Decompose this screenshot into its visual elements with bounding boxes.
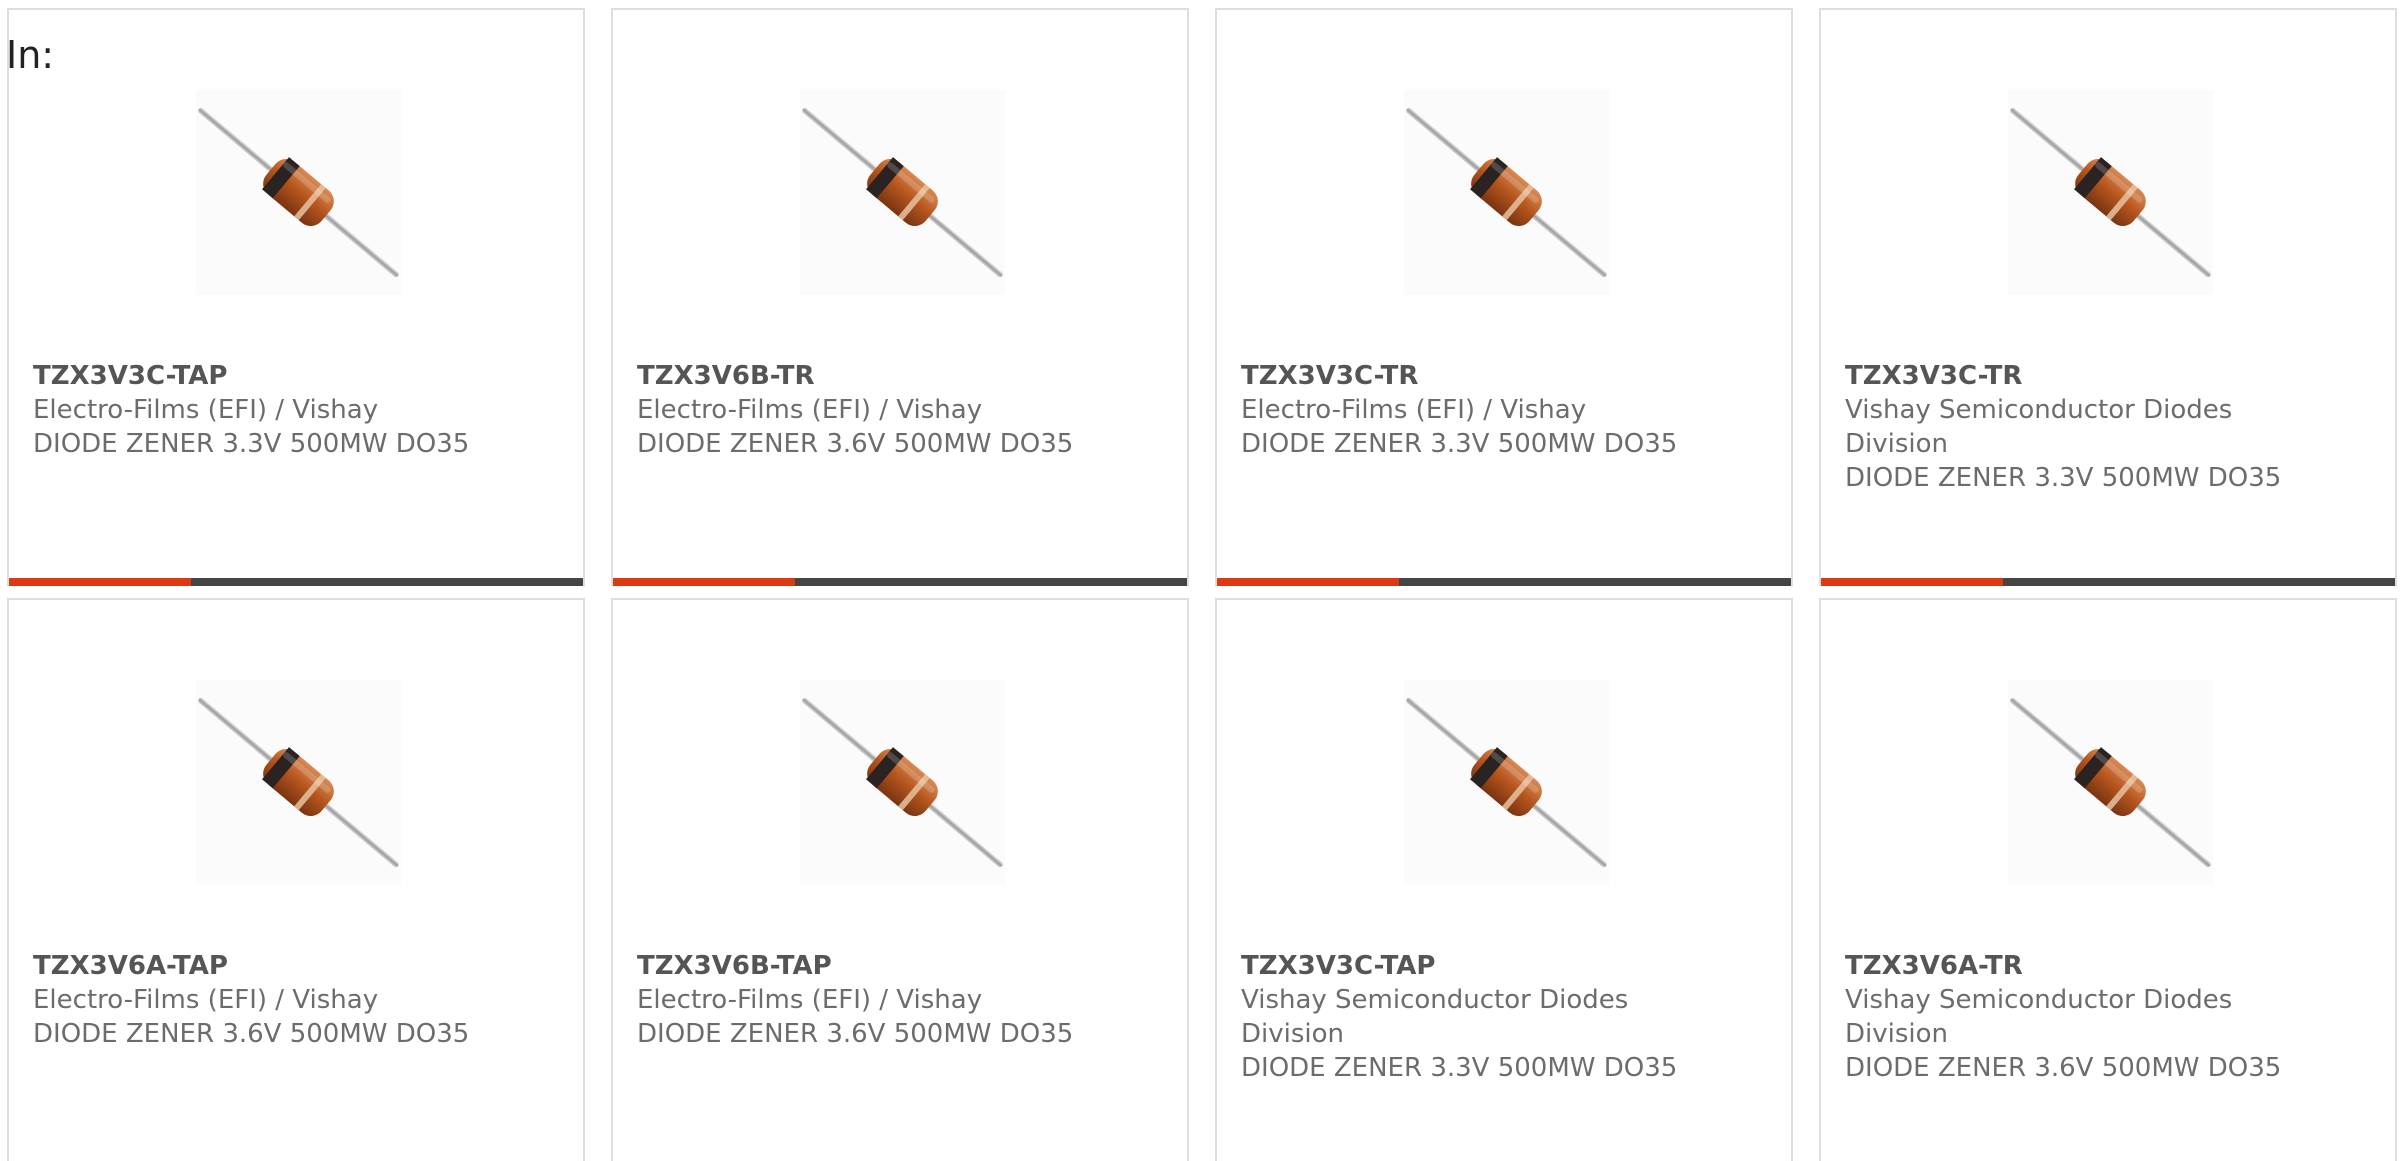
card-accent [1217, 578, 1399, 586]
product-grid-page: In: TZX3V3C-TAP Electro-Films (EFI) / Vi… [0, 0, 2400, 1161]
diode-image[interactable] [196, 90, 401, 295]
product-info: TZX3V3C-TAP Vishay Semiconductor Diodes … [1241, 949, 1691, 1085]
manufacturer: Vishay Semiconductor Diodes Division [1845, 395, 2233, 459]
description: DIODE ZENER 3.3V 500MW DO35 [33, 429, 470, 459]
in-label: In: [6, 33, 55, 77]
manufacturer: Electro-Films (EFI) / Vishay [637, 395, 983, 425]
diode-image[interactable] [1404, 680, 1609, 885]
card-bottom-bar [1821, 578, 2395, 586]
manufacturer: Electro-Films (EFI) / Vishay [1241, 395, 1587, 425]
description: DIODE ZENER 3.3V 500MW DO35 [1241, 1053, 1678, 1083]
part-number-link[interactable]: TZX3V3C-TR [1845, 359, 2295, 393]
product-card[interactable]: TZX3V6A-TR Vishay Semiconductor Diodes D… [1819, 598, 2397, 1161]
diode-image[interactable] [2008, 680, 2213, 885]
description: DIODE ZENER 3.3V 500MW DO35 [1845, 463, 2282, 493]
manufacturer: Vishay Semiconductor Diodes Division [1845, 985, 2233, 1049]
product-card[interactable]: TZX3V3C-TR Vishay Semiconductor Diodes D… [1819, 8, 2397, 586]
product-info: TZX3V6B-TAP Electro-Films (EFI) / Vishay… [637, 949, 1087, 1051]
card-accent [613, 578, 795, 586]
manufacturer: Electro-Films (EFI) / Vishay [33, 985, 379, 1015]
product-info: TZX3V3C-TR Electro-Films (EFI) / Vishay … [1241, 359, 1691, 461]
card-bottom-bar [9, 578, 583, 586]
diode-image[interactable] [196, 680, 401, 885]
card-bottom-bar [613, 578, 1187, 586]
diode-image[interactable] [2008, 90, 2213, 295]
part-number-link[interactable]: TZX3V6A-TAP [33, 949, 483, 983]
part-number-link[interactable]: TZX3V6A-TR [1845, 949, 2295, 983]
diode-image[interactable] [800, 680, 1005, 885]
description: DIODE ZENER 3.6V 500MW DO35 [1845, 1053, 2282, 1083]
card-accent [9, 578, 191, 586]
product-info: TZX3V3C-TAP Electro-Films (EFI) / Vishay… [33, 359, 483, 461]
product-info: TZX3V6B-TR Electro-Films (EFI) / Vishay … [637, 359, 1087, 461]
product-card[interactable]: TZX3V6B-TAP Electro-Films (EFI) / Vishay… [611, 598, 1189, 1161]
diode-image[interactable] [800, 90, 1005, 295]
product-card[interactable]: TZX3V3C-TAP Vishay Semiconductor Diodes … [1215, 598, 1793, 1161]
product-card[interactable]: TZX3V3C-TR Electro-Films (EFI) / Vishay … [1215, 8, 1793, 586]
product-card[interactable]: TZX3V6B-TR Electro-Films (EFI) / Vishay … [611, 8, 1189, 586]
part-number-link[interactable]: TZX3V3C-TAP [1241, 949, 1691, 983]
product-card[interactable]: TZX3V6A-TAP Electro-Films (EFI) / Vishay… [7, 598, 585, 1161]
product-info: TZX3V3C-TR Vishay Semiconductor Diodes D… [1845, 359, 2295, 495]
part-number-link[interactable]: TZX3V6B-TR [637, 359, 1087, 393]
description: DIODE ZENER 3.6V 500MW DO35 [33, 1019, 470, 1049]
manufacturer: Vishay Semiconductor Diodes Division [1241, 985, 1629, 1049]
product-card[interactable]: TZX3V3C-TAP Electro-Films (EFI) / Vishay… [7, 8, 585, 586]
manufacturer: Electro-Films (EFI) / Vishay [637, 985, 983, 1015]
card-accent [1821, 578, 2003, 586]
part-number-link[interactable]: TZX3V6B-TAP [637, 949, 1087, 983]
part-number-link[interactable]: TZX3V3C-TAP [33, 359, 483, 393]
product-info: TZX3V6A-TR Vishay Semiconductor Diodes D… [1845, 949, 2295, 1085]
card-bottom-bar [1217, 578, 1791, 586]
description: DIODE ZENER 3.3V 500MW DO35 [1241, 429, 1678, 459]
diode-image[interactable] [1404, 90, 1609, 295]
product-info: TZX3V6A-TAP Electro-Films (EFI) / Vishay… [33, 949, 483, 1051]
description: DIODE ZENER 3.6V 500MW DO35 [637, 1019, 1074, 1049]
manufacturer: Electro-Films (EFI) / Vishay [33, 395, 379, 425]
description: DIODE ZENER 3.6V 500MW DO35 [637, 429, 1074, 459]
part-number-link[interactable]: TZX3V3C-TR [1241, 359, 1691, 393]
